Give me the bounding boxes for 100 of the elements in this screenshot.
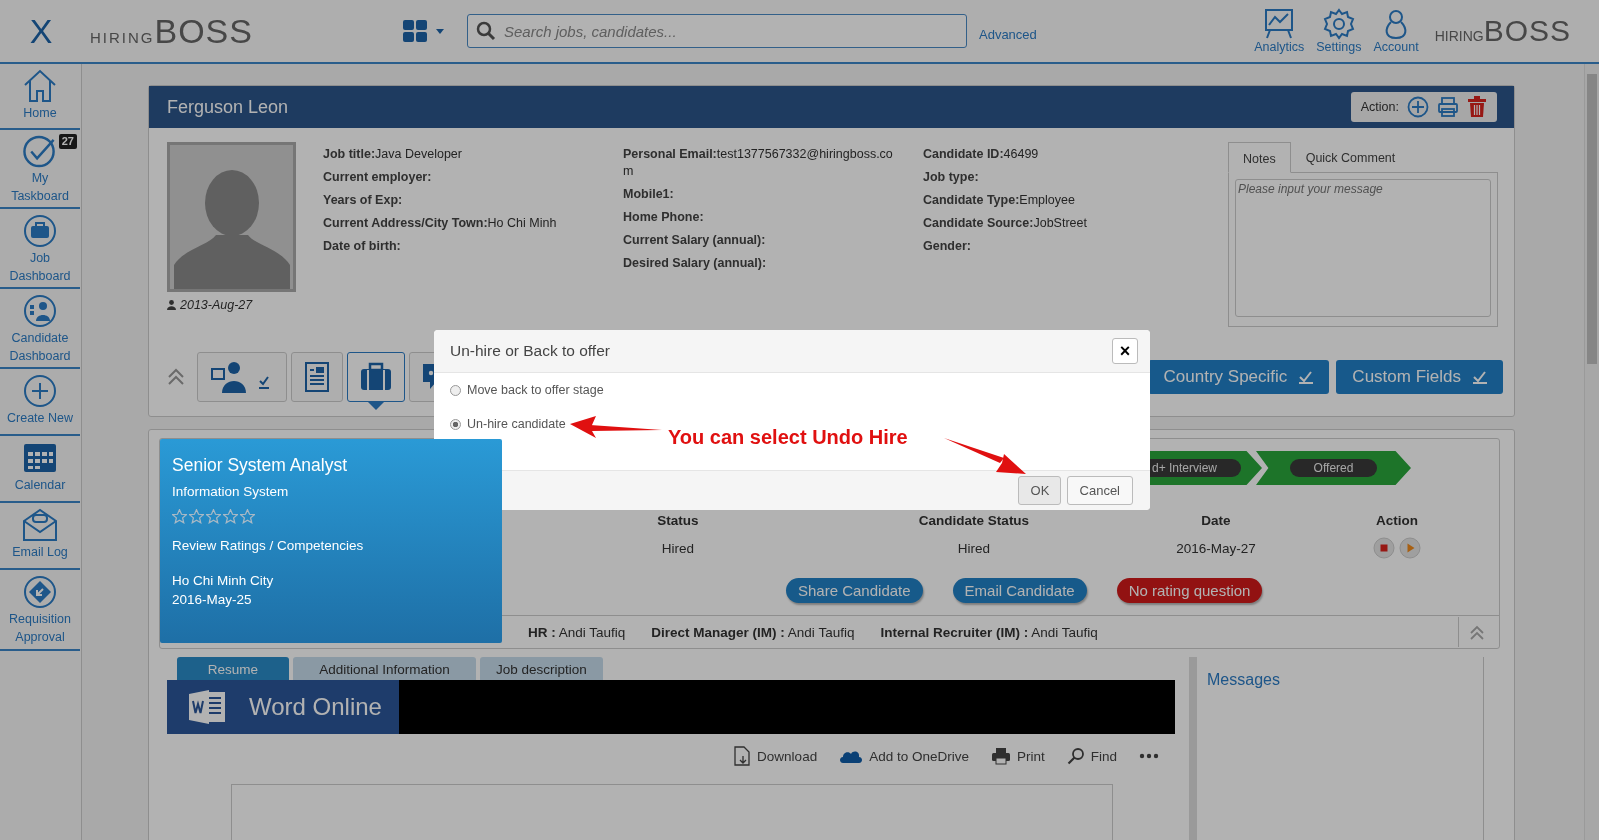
- dialog-button[interactable]: Cancel: [1066, 476, 1133, 505]
- profile-field: Candidate ID:46499: [923, 146, 1228, 163]
- advanced-search-link[interactable]: Advanced: [979, 26, 1037, 42]
- viewer-action[interactable]: Find: [1066, 746, 1117, 766]
- envelope-icon: [22, 507, 58, 543]
- close-menu-button[interactable]: X: [23, 11, 59, 51]
- toolbar-button[interactable]: [291, 352, 343, 402]
- notes-field[interactable]: Please input your message: [1235, 179, 1491, 317]
- sidebar-item[interactable]: Home: [0, 64, 80, 130]
- table-cell-text: Hired: [956, 540, 992, 556]
- job-department: Information System: [172, 484, 290, 499]
- apps-menu-button[interactable]: [403, 19, 447, 43]
- pipeline-stage: Offered: [1256, 451, 1411, 485]
- person-icon: [167, 300, 176, 310]
- dialog-button[interactable]: OK: [1017, 476, 1061, 505]
- created-date: 2013-Aug-27: [180, 298, 253, 312]
- messages-title: Messages: [1207, 671, 1280, 688]
- check-icon: [1473, 370, 1487, 384]
- logo: HIRING BOSS: [1434, 14, 1571, 48]
- section-button[interactable]: Country Specific: [1147, 360, 1330, 394]
- nav-button[interactable]: Analytics: [1250, 8, 1309, 54]
- document-tab[interactable]: Job description: [480, 657, 603, 680]
- notes-tab[interactable]: Notes: [1228, 142, 1291, 173]
- viewer-brand: Word Online: [167, 680, 399, 734]
- download-icon: [733, 746, 752, 766]
- collapse-icon[interactable]: [1458, 617, 1485, 647]
- sidebar-item[interactable]: Candidate Dashboard: [0, 289, 80, 369]
- profile-field: Gender:: [923, 238, 1228, 255]
- profile-field: Current employer:: [323, 169, 623, 186]
- count-badge: 27: [58, 134, 77, 149]
- team-member: Direct Manager (IM) : Andi Taufiq: [651, 624, 855, 640]
- document-icon: [304, 361, 330, 393]
- team-member: Internal Recruiter (IM) : Andi Taufiq: [880, 624, 1098, 640]
- review-link[interactable]: Review Ratings / Competencies: [172, 538, 490, 553]
- profile-field: Current Address/City Town:Ho Chi Minh: [323, 215, 623, 232]
- check-icon: [22, 134, 58, 169]
- column-header: Action: [1375, 513, 1419, 528]
- job-date: 2016-May-25: [172, 592, 253, 607]
- logo: HIRING BOSS: [90, 11, 253, 51]
- settings-icon: [1321, 8, 1356, 40]
- stop-icon[interactable]: [1373, 537, 1395, 559]
- briefcase-icon: [22, 213, 58, 249]
- viewer-action[interactable]: Download: [733, 746, 818, 766]
- profile-field: Current Salary (annual):: [623, 232, 900, 249]
- add-icon[interactable]: [1407, 96, 1429, 118]
- action-button[interactable]: Email Candidate: [952, 578, 1087, 603]
- table-cell-text: 2016-May-27: [1175, 540, 1257, 556]
- profile-field: Candidate Type:Employee: [923, 192, 1228, 209]
- print-icon[interactable]: [1437, 96, 1459, 118]
- action-label: Action:: [1360, 100, 1399, 114]
- star-icon: [189, 509, 204, 524]
- column-header: Status: [656, 513, 700, 528]
- document-tab[interactable]: Resume: [177, 657, 289, 680]
- home-icon: [22, 68, 58, 104]
- action-button[interactable]: Share Candidate: [786, 578, 923, 603]
- annotation-text: You can select Undo Hire: [668, 426, 908, 449]
- viewer-action[interactable]: Add to OneDrive: [839, 746, 969, 766]
- people-icon: [22, 293, 58, 329]
- play-icon[interactable]: [1399, 537, 1421, 559]
- candidate-name: Ferguson Leon: [167, 96, 289, 118]
- scrollbar[interactable]: [1584, 64, 1599, 840]
- star-icon: [240, 509, 255, 524]
- column-header: Candidate Status: [917, 513, 1031, 528]
- profile-field: Job type:: [923, 169, 1228, 186]
- nav-button[interactable]: Settings: [1312, 8, 1366, 54]
- close-button[interactable]: ×: [1112, 338, 1138, 364]
- search-field[interactable]: Search jobs, candidates...: [467, 14, 967, 48]
- star-icon: [206, 509, 221, 524]
- radio-option[interactable]: Move back to offer stage: [450, 383, 1134, 397]
- profile-field: Date of birth:: [323, 238, 623, 255]
- sidebar-item[interactable]: 27 My Taskboard: [0, 130, 80, 209]
- profile-field: Home Phone:: [623, 209, 900, 226]
- profile-field: Years of Exp:: [323, 192, 623, 209]
- star-icon: [172, 509, 187, 524]
- team-member: HR : Andi Taufiq: [528, 624, 626, 640]
- document-tab[interactable]: Additional Information: [293, 657, 476, 680]
- selection-pointer: [368, 402, 384, 410]
- profile-field: Personal Email:test1377567332@hiringboss.com: [623, 146, 900, 180]
- profile-field: Desired Salary (annual):: [623, 255, 900, 272]
- viewer-action[interactable]: Print: [990, 746, 1045, 766]
- check-icon: [1299, 370, 1314, 384]
- plus-icon: [22, 373, 58, 409]
- table-cell-text: Hired: [660, 540, 696, 556]
- nav-button[interactable]: Account: [1369, 8, 1423, 54]
- sidebar-item[interactable]: Calendar: [0, 436, 80, 503]
- action-button[interactable]: No rating question: [1116, 578, 1263, 603]
- notes-tab[interactable]: Quick Comment: [1290, 142, 1411, 172]
- star-icon: [223, 509, 238, 524]
- column-header: Date: [1200, 513, 1232, 528]
- dialog-title: Un-hire or Back to offer: [450, 342, 610, 360]
- print-icon: [990, 747, 1011, 765]
- sidebar-item[interactable]: Email Log: [0, 503, 80, 570]
- job-location: Ho Chi Minh City: [172, 573, 275, 588]
- toolbar-button[interactable]: [197, 352, 287, 402]
- section-button[interactable]: Custom Fields: [1336, 360, 1503, 394]
- collapse-icon[interactable]: [167, 368, 185, 386]
- sidebar-item[interactable]: Requisition Approval: [0, 570, 80, 651]
- sidebar-item[interactable]: Create New: [0, 369, 80, 436]
- sidebar-item[interactable]: Job Dashboard: [0, 209, 80, 289]
- delete-icon[interactable]: [1467, 96, 1487, 118]
